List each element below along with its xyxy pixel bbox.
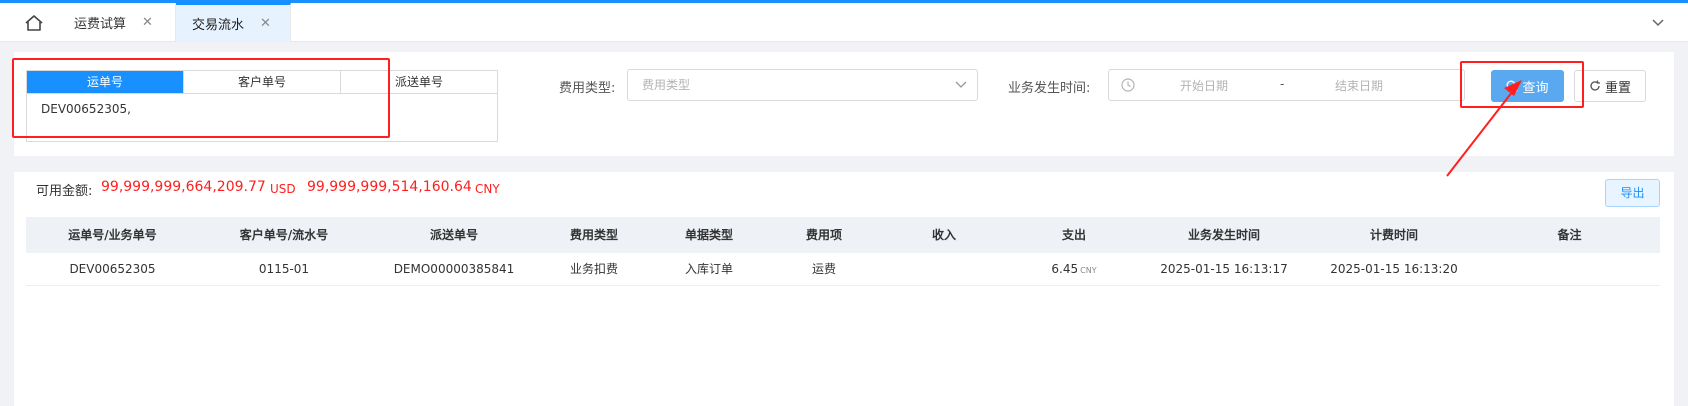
reset-button[interactable]: 重置: [1574, 70, 1646, 102]
column-header: 备注: [1557, 228, 1582, 242]
cell-delivery-no: DEMO00000385841: [393, 262, 515, 276]
column-header: 业务发生时间: [1187, 228, 1260, 242]
cell-customer-no: 0115-01: [258, 262, 310, 276]
usd-unit: USD: [270, 182, 296, 196]
cell-doc-type: 入库订单: [684, 262, 733, 276]
chevron-down-icon: [955, 81, 967, 88]
fee-type-placeholder: 费用类型: [642, 78, 691, 92]
export-button[interactable]: 导出: [1605, 179, 1660, 207]
column-header: 支出: [1061, 228, 1086, 242]
column-header: 客户单号/流水号: [239, 228, 329, 242]
annotation-box-input: [12, 58, 390, 138]
column-header: 运单号/业务单号: [68, 228, 157, 242]
end-date-input[interactable]: 结束日期: [1335, 77, 1383, 94]
cell-fee-type: 业务扣费: [569, 262, 618, 276]
range-separator: -: [1280, 77, 1285, 91]
cell-expense: 6.45 CNY: [1009, 253, 1139, 287]
biz-time-label: 业务发生时间:: [1008, 81, 1091, 96]
result-panel: [14, 172, 1674, 406]
annotation-box-query: [1460, 61, 1584, 108]
balance-label: 可用金额:: [36, 184, 93, 199]
cny-amount: 99,999,999,514,160.64: [307, 179, 472, 195]
column-header: 单据类型: [684, 228, 733, 242]
clock-icon: [1121, 78, 1135, 92]
column-header: 派送单号: [429, 228, 478, 242]
start-date-input[interactable]: 开始日期: [1180, 77, 1228, 94]
cell-bill-time: 2025-01-15 16:13:20: [1330, 262, 1458, 276]
tab-transactions[interactable]: 交易流水 ✕: [176, 3, 291, 42]
fee-type-select[interactable]: 费用类型: [627, 69, 978, 101]
tab-label: 交易流水: [192, 18, 245, 33]
usd-amount: 99,999,999,664,209.77: [101, 179, 266, 195]
close-icon[interactable]: ✕: [260, 16, 271, 31]
expense-unit: CNY: [1080, 266, 1097, 275]
chevron-down-icon[interactable]: [1652, 17, 1664, 27]
table-row[interactable]: DEV00652305 0115-01 DEMO00000385841 业务扣费…: [26, 253, 1660, 286]
cell-waybill: DEV00652305: [69, 262, 156, 276]
column-header: 费用类型: [569, 228, 618, 242]
refresh-icon: [1590, 80, 1600, 91]
column-header: 收入: [931, 228, 956, 242]
tab-bar: 运费试算 ✕ 交易流水 ✕: [0, 3, 1688, 42]
close-icon[interactable]: ✕: [142, 15, 153, 30]
cell-biz-time: 2025-01-15 16:13:17: [1160, 262, 1288, 276]
column-header: 计费时间: [1369, 228, 1418, 242]
home-icon[interactable]: [24, 14, 44, 32]
reset-label: 重置: [1604, 80, 1631, 96]
table-header: 运单号/业务单号 客户单号/流水号 派送单号 费用类型 单据类型 费用项 收入 …: [26, 217, 1660, 253]
tab-label: 运费试算: [74, 17, 127, 32]
expense-amount: 6.45: [1051, 262, 1079, 276]
column-header: 费用项: [805, 228, 842, 242]
cell-fee-item: 运费: [811, 262, 836, 276]
fee-type-label: 费用类型:: [559, 81, 616, 96]
tab-freight-calc[interactable]: 运费试算 ✕: [58, 3, 176, 42]
cny-unit: CNY: [475, 182, 500, 196]
date-range-picker[interactable]: 开始日期 - 结束日期: [1108, 69, 1465, 101]
